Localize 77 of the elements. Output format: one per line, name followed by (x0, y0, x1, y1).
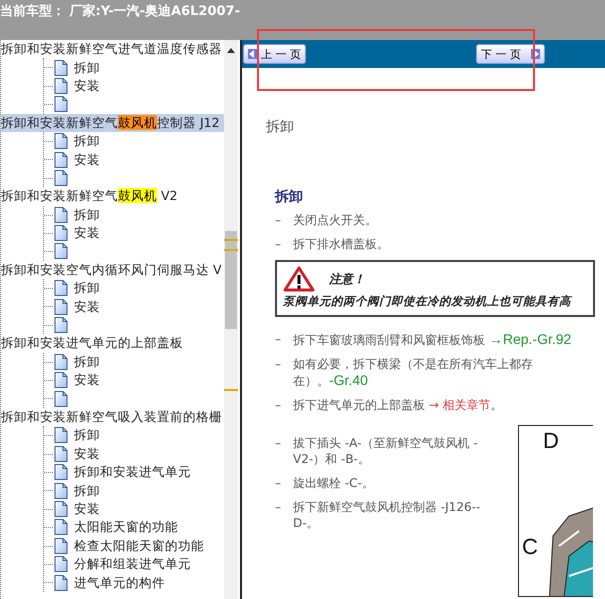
list-dash: – (275, 435, 281, 452)
document-icon (54, 78, 68, 94)
tree-leaf-item[interactable]: 拆卸 (74, 279, 100, 298)
list-dash: – (275, 236, 281, 252)
scroll-up-icon[interactable] (227, 48, 235, 53)
document-icon (54, 225, 68, 242)
previous-page-button[interactable]: 上 一 页 (243, 44, 306, 64)
tree-leaf-item[interactable]: 安装 (74, 224, 100, 242)
document-icon (54, 96, 68, 112)
warning-title: 注意！ (329, 270, 365, 288)
list-dash: – (275, 331, 281, 348)
document-icon (54, 243, 68, 260)
document-icon (54, 317, 68, 334)
tree-folder-item[interactable]: 拆卸和安装新鲜空气鼓风机控制器 J12 (1, 114, 224, 132)
document-icon (54, 60, 68, 76)
scroll-thumb[interactable] (225, 231, 237, 329)
tree-leaf-item[interactable]: 太阳能天窗的功能 (74, 518, 178, 536)
document-icon (54, 372, 68, 388)
procedure-heading: 拆卸 (275, 188, 304, 206)
document-icon (54, 133, 68, 150)
tree-leaf-item[interactable]: 安装 (74, 76, 100, 95)
list-dash: – (275, 356, 281, 373)
tree-folder-item[interactable]: 拆卸和安装空气内循环风门伺服马达 V (1, 260, 222, 280)
step-text: 旋出螺栓 -C-。 (293, 475, 374, 491)
tree-folder-item[interactable]: 拆卸和安装新鲜空气进气道温度传感器 (1, 40, 222, 58)
list-dash: – (275, 212, 281, 228)
tree-folder-item[interactable]: 拆卸和安装进气单元的上部盖板 (1, 334, 183, 353)
tree-leaf-item[interactable]: 拆卸和安装进气单元 (74, 463, 191, 482)
step-text: 拆下新鲜空气鼓风机控制器 -J126--D-。 (293, 499, 482, 531)
tree-leaf-item[interactable]: 拆卸 (74, 482, 100, 500)
tree-leaf-item[interactable]: 安装 (74, 298, 100, 316)
step-text: 关闭点火开关。 (293, 212, 377, 228)
tree-leaf-item[interactable]: 检查太阳能天窗的功能 (74, 536, 204, 555)
step-text: 拆下车窗玻璃雨刮臂和风窗框板饰板 →Rep.-Gr.92 (293, 331, 572, 348)
section-title: 拆卸 (266, 118, 295, 136)
tree-leaf-item[interactable]: 拆卸 (74, 206, 100, 224)
document-icon (54, 206, 68, 223)
tree-leaf-item[interactable]: 安装 (74, 444, 100, 463)
warning-text: 泵阀单元的两个阀门即使在冷的发动机上也可能具有高 (283, 294, 574, 309)
step-text: 拆下排水槽盖板。 (293, 236, 389, 252)
tree-leaf-item[interactable]: 安装 (74, 500, 100, 518)
document-icon (54, 500, 68, 517)
document-icon (54, 298, 68, 315)
left-arrow-icon (248, 49, 257, 59)
document-icon (54, 464, 68, 480)
document-icon (54, 280, 68, 296)
step-text: 如有必要，拆下横梁（不是在所有汽车上都存在）。-Gr.40 (293, 356, 534, 389)
warning-icon (283, 266, 315, 292)
tree-folder-item[interactable]: 拆卸和安装新鲜空气鼓风机 V2 (1, 187, 178, 206)
step-text: 拔下插头 -A-（至新鲜空气鼓风机 -V2-）和 -B-。 (293, 435, 479, 467)
document-icon (54, 574, 68, 591)
document-icon (54, 538, 68, 554)
document-icon (54, 519, 68, 536)
tree-leaf-item[interactable]: 拆卸 (74, 132, 100, 150)
tree-folder-item[interactable]: 拆卸和安装新鲜空气吸入装置前的格栅 (1, 408, 222, 426)
list-dash: – (275, 397, 281, 413)
document-icon (54, 556, 68, 572)
tree-leaf-item[interactable]: 分解和组装进气单元 (74, 555, 191, 574)
document-icon (54, 482, 68, 499)
tree-leaf-item[interactable]: 进气单元的构件 (74, 574, 165, 592)
document-icon (54, 170, 68, 186)
next-page-button[interactable]: 下 一 页 (476, 44, 545, 64)
list-dash: – (275, 475, 281, 491)
tree-leaf-item[interactable]: 拆卸 (74, 426, 100, 444)
list-dash: – (275, 499, 281, 516)
document-icon (54, 427, 68, 444)
document-icon (54, 152, 68, 168)
document-icon (54, 446, 68, 462)
step-text: 拆下进气单元的上部盖板 → 相关章节。 (293, 397, 503, 413)
document-icon (54, 390, 68, 407)
scrollbar[interactable] (224, 40, 238, 599)
tree-leaf-item[interactable]: 安装 (74, 150, 100, 169)
document-icon (54, 354, 68, 370)
tree-leaf-item[interactable]: 安装 (74, 371, 100, 390)
tree-leaf-item[interactable]: 拆卸 (74, 352, 100, 371)
car-model-title: 当前车型： 厂家:Y-一汽-奥迪A6L2007- (0, 3, 240, 21)
tree-leaf-item[interactable]: 拆卸 (74, 58, 100, 77)
